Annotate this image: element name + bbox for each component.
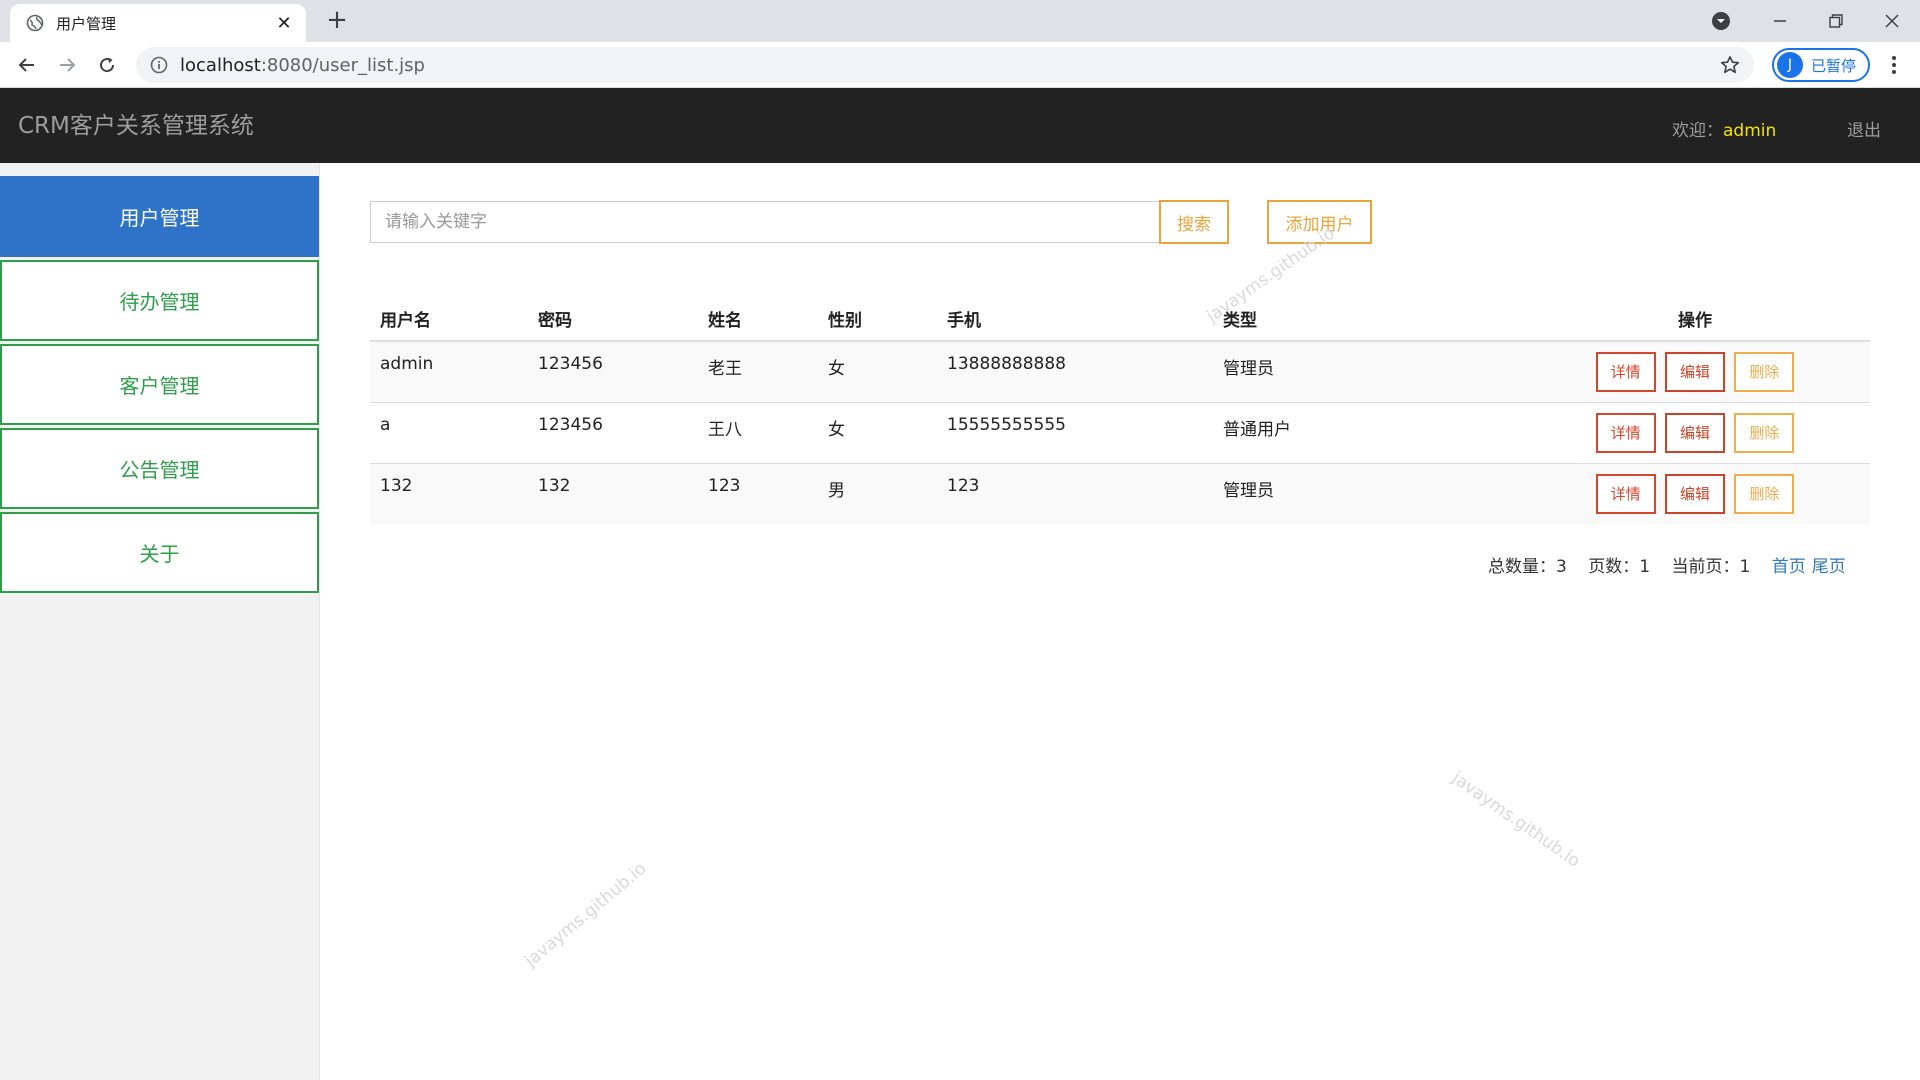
page-count: 页数：1: [1588, 557, 1651, 577]
table-header-row: 用户名 密码 姓名 性别 手机 类型 操作: [370, 296, 1870, 342]
sidebar: 用户管理 待办管理 客户管理 公告管理 关于: [0, 163, 320, 1080]
total-count: 总数量：3: [1488, 557, 1567, 577]
tab-close-icon[interactable]: ✕: [274, 13, 294, 34]
column-header-name: 姓名: [698, 296, 818, 342]
sidebar-item-about[interactable]: 关于: [0, 512, 319, 593]
edit-button[interactable]: 编辑: [1665, 473, 1725, 514]
table-row: 132 132 123 男 123 管理员 详情 编辑 删除: [370, 462, 1870, 524]
browser-tab[interactable]: 用户管理 ✕: [10, 4, 306, 42]
column-header-phone: 手机: [937, 296, 1213, 342]
column-header-password: 密码: [528, 296, 698, 342]
logout-link[interactable]: 退出: [1847, 116, 1881, 141]
welcome-text: 欢迎：admin: [1672, 116, 1776, 141]
table-row: admin 123456 老王 女 13888888888 管理员 详情 编辑 …: [370, 340, 1870, 402]
cell-password: 132: [528, 462, 698, 524]
delete-button[interactable]: 删除: [1734, 412, 1795, 453]
cell-type: 管理员: [1213, 340, 1520, 402]
cell-password: 123456: [528, 340, 698, 402]
column-header-username: 用户名: [370, 296, 528, 342]
new-tab-icon[interactable]: +: [322, 6, 352, 36]
watermark: javayms.github.io: [521, 858, 651, 972]
cell-gender: 女: [818, 401, 937, 463]
browser-toolbar: localhost:8080/user_list.jsp J 已暂停: [0, 42, 1920, 88]
cell-type: 普通用户: [1213, 401, 1520, 463]
url-path: :8080/user_list.jsp: [260, 54, 425, 76]
tab-search-icon[interactable]: [1700, 0, 1742, 42]
delete-button[interactable]: 删除: [1734, 473, 1795, 514]
minimize-icon[interactable]: [1752, 0, 1808, 42]
sidebar-item-notice-management[interactable]: 公告管理: [0, 428, 319, 509]
user-table: 用户名 密码 姓名 性别 手机 类型 操作 admin 123456 老王 女 …: [370, 296, 1870, 524]
window-close-icon[interactable]: [1864, 0, 1920, 42]
globe-icon: [26, 14, 44, 32]
bookmark-star-icon[interactable]: [1720, 55, 1740, 75]
forward-icon[interactable]: [52, 50, 82, 80]
cell-gender: 女: [818, 340, 937, 402]
last-page-link[interactable]: 尾页: [1812, 557, 1846, 577]
delete-button[interactable]: 删除: [1734, 352, 1795, 392]
cell-actions: 详情 编辑 删除: [1520, 340, 1870, 402]
cell-type: 管理员: [1213, 462, 1520, 524]
detail-button[interactable]: 详情: [1595, 352, 1656, 392]
edit-button[interactable]: 编辑: [1665, 412, 1725, 453]
cell-gender: 男: [818, 462, 937, 524]
cell-username: admin: [370, 340, 528, 402]
browser-menu-icon[interactable]: [1882, 52, 1906, 78]
column-header-gender: 性别: [818, 296, 937, 342]
restore-icon[interactable]: [1808, 0, 1864, 42]
sidebar-item-user-management[interactable]: 用户管理: [0, 176, 319, 257]
cell-actions: 详情 编辑 删除: [1520, 462, 1870, 524]
cell-actions: 详情 编辑 删除: [1520, 401, 1870, 463]
back-icon[interactable]: [12, 50, 42, 80]
table-row: a 123456 王八 女 15555555555 普通用户 详情 编辑 删除: [370, 401, 1870, 463]
detail-button[interactable]: 详情: [1595, 412, 1656, 453]
search-button[interactable]: 搜索: [1159, 200, 1229, 244]
profile-status: 已暂停: [1811, 56, 1857, 75]
cell-username: a: [370, 401, 528, 463]
cell-name: 123: [698, 462, 818, 524]
cell-phone: 123: [937, 462, 1213, 524]
reload-icon[interactable]: [92, 50, 122, 80]
column-header-actions: 操作: [1520, 296, 1870, 342]
welcome-label: 欢迎：: [1672, 121, 1723, 141]
site-info-icon[interactable]: [150, 56, 168, 74]
cell-phone: 15555555555: [937, 401, 1213, 463]
current-username: admin: [1723, 121, 1777, 141]
url-host: localhost: [180, 54, 261, 76]
current-page: 当前页：1: [1671, 557, 1751, 577]
watermark: javayms.github.io: [1447, 768, 1584, 872]
column-header-type: 类型: [1213, 296, 1520, 342]
browser-tabstrip: 用户管理 ✕ +: [0, 0, 1920, 42]
address-bar[interactable]: localhost:8080/user_list.jsp: [136, 47, 1754, 83]
profile-button[interactable]: J 已暂停: [1772, 48, 1870, 82]
search-input[interactable]: [370, 201, 1160, 243]
url-text: localhost:8080/user_list.jsp: [180, 55, 425, 76]
tab-title: 用户管理: [56, 14, 117, 33]
cell-password: 123456: [528, 401, 698, 463]
app-brand[interactable]: CRM客户关系管理系统: [18, 106, 254, 140]
cell-name: 王八: [698, 401, 818, 463]
cell-phone: 13888888888: [937, 340, 1213, 402]
detail-button[interactable]: 详情: [1595, 473, 1656, 514]
first-page-link[interactable]: 首页: [1772, 557, 1806, 577]
cell-name: 老王: [698, 340, 818, 402]
avatar: J: [1777, 52, 1803, 78]
sidebar-item-customer-management[interactable]: 客户管理: [0, 344, 319, 425]
app-header: CRM客户关系管理系统 欢迎：admin 退出: [0, 88, 1920, 163]
cell-username: 132: [370, 462, 528, 524]
edit-button[interactable]: 编辑: [1665, 352, 1725, 392]
pagination: 总数量：3 页数：1 当前页：1 首页 尾页: [1488, 552, 1852, 577]
sidebar-item-todo-management[interactable]: 待办管理: [0, 260, 319, 341]
